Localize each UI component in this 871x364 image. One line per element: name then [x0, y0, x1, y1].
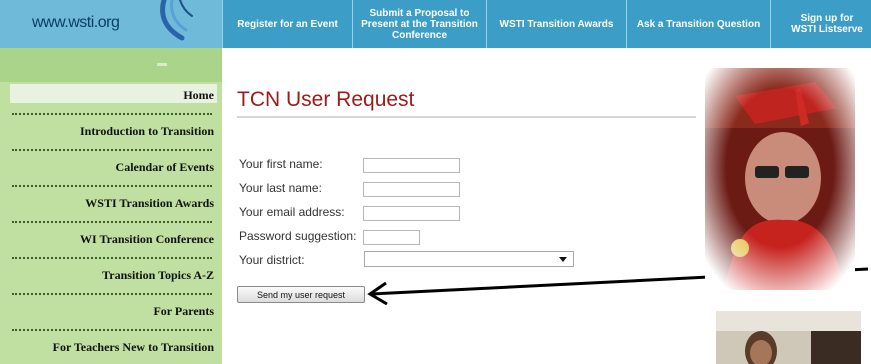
graduate-photo	[705, 68, 855, 290]
person-photo	[716, 311, 861, 364]
